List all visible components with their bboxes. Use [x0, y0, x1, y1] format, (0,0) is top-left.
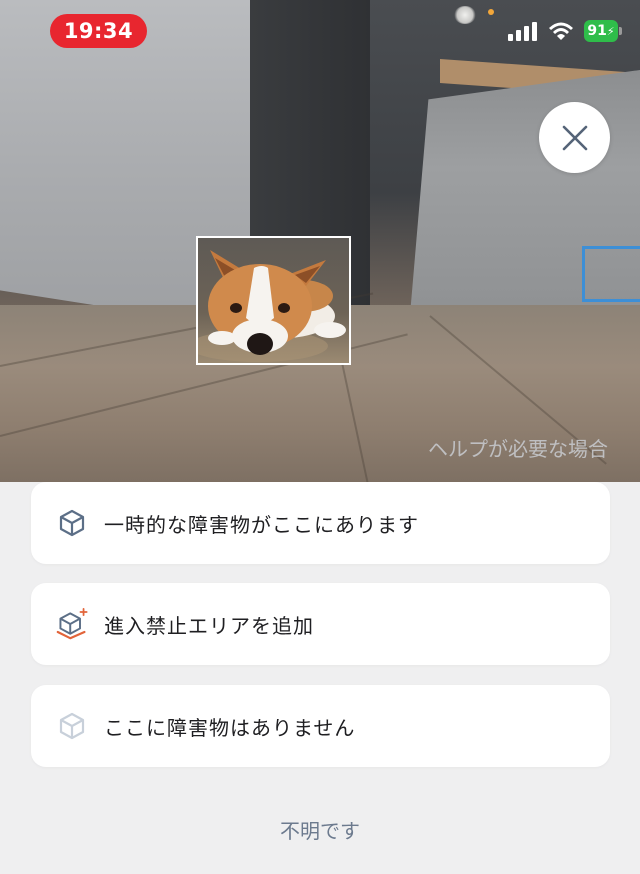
camera-ceiling-light — [454, 6, 476, 24]
status-time: 19:34 — [50, 14, 147, 48]
option-add-no-go-zone[interactable]: 進入禁止エリアを追加 — [31, 583, 610, 665]
option-temporary-obstacle[interactable]: 一時的な障害物がここにあります — [31, 482, 610, 564]
option-label: 一時的な障害物がここにあります — [104, 512, 419, 537]
cellular-signal-icon — [508, 22, 537, 41]
box-icon — [56, 507, 88, 539]
battery-charging-icon: 91 ⚡ — [584, 20, 622, 42]
box-faded-icon — [56, 710, 88, 742]
unknown-link[interactable]: 不明です — [0, 815, 640, 844]
no-go-zone-box-icon — [56, 608, 88, 640]
charging-bolt-icon: ⚡ — [606, 24, 615, 38]
help-link[interactable]: ヘルプが必要な場合 — [428, 433, 608, 462]
battery-level: 91 — [587, 23, 607, 39]
option-label: ここに障害物はありません — [104, 715, 356, 740]
status-icons: 91 ⚡ — [508, 20, 622, 42]
camera-view: 19:34 91 ⚡ ヘルプが必要な場合 — [0, 0, 640, 482]
option-no-obstacle[interactable]: ここに障害物はありません — [31, 685, 610, 767]
option-label: 進入禁止エリアを追加 — [104, 613, 314, 638]
dog-image — [198, 250, 346, 362]
privacy-indicator-dot — [488, 9, 494, 15]
camera-blue-frame — [582, 246, 640, 302]
close-icon — [562, 125, 587, 150]
detected-object-frame — [196, 236, 351, 365]
close-button[interactable] — [539, 102, 610, 173]
wifi-icon — [549, 22, 573, 40]
